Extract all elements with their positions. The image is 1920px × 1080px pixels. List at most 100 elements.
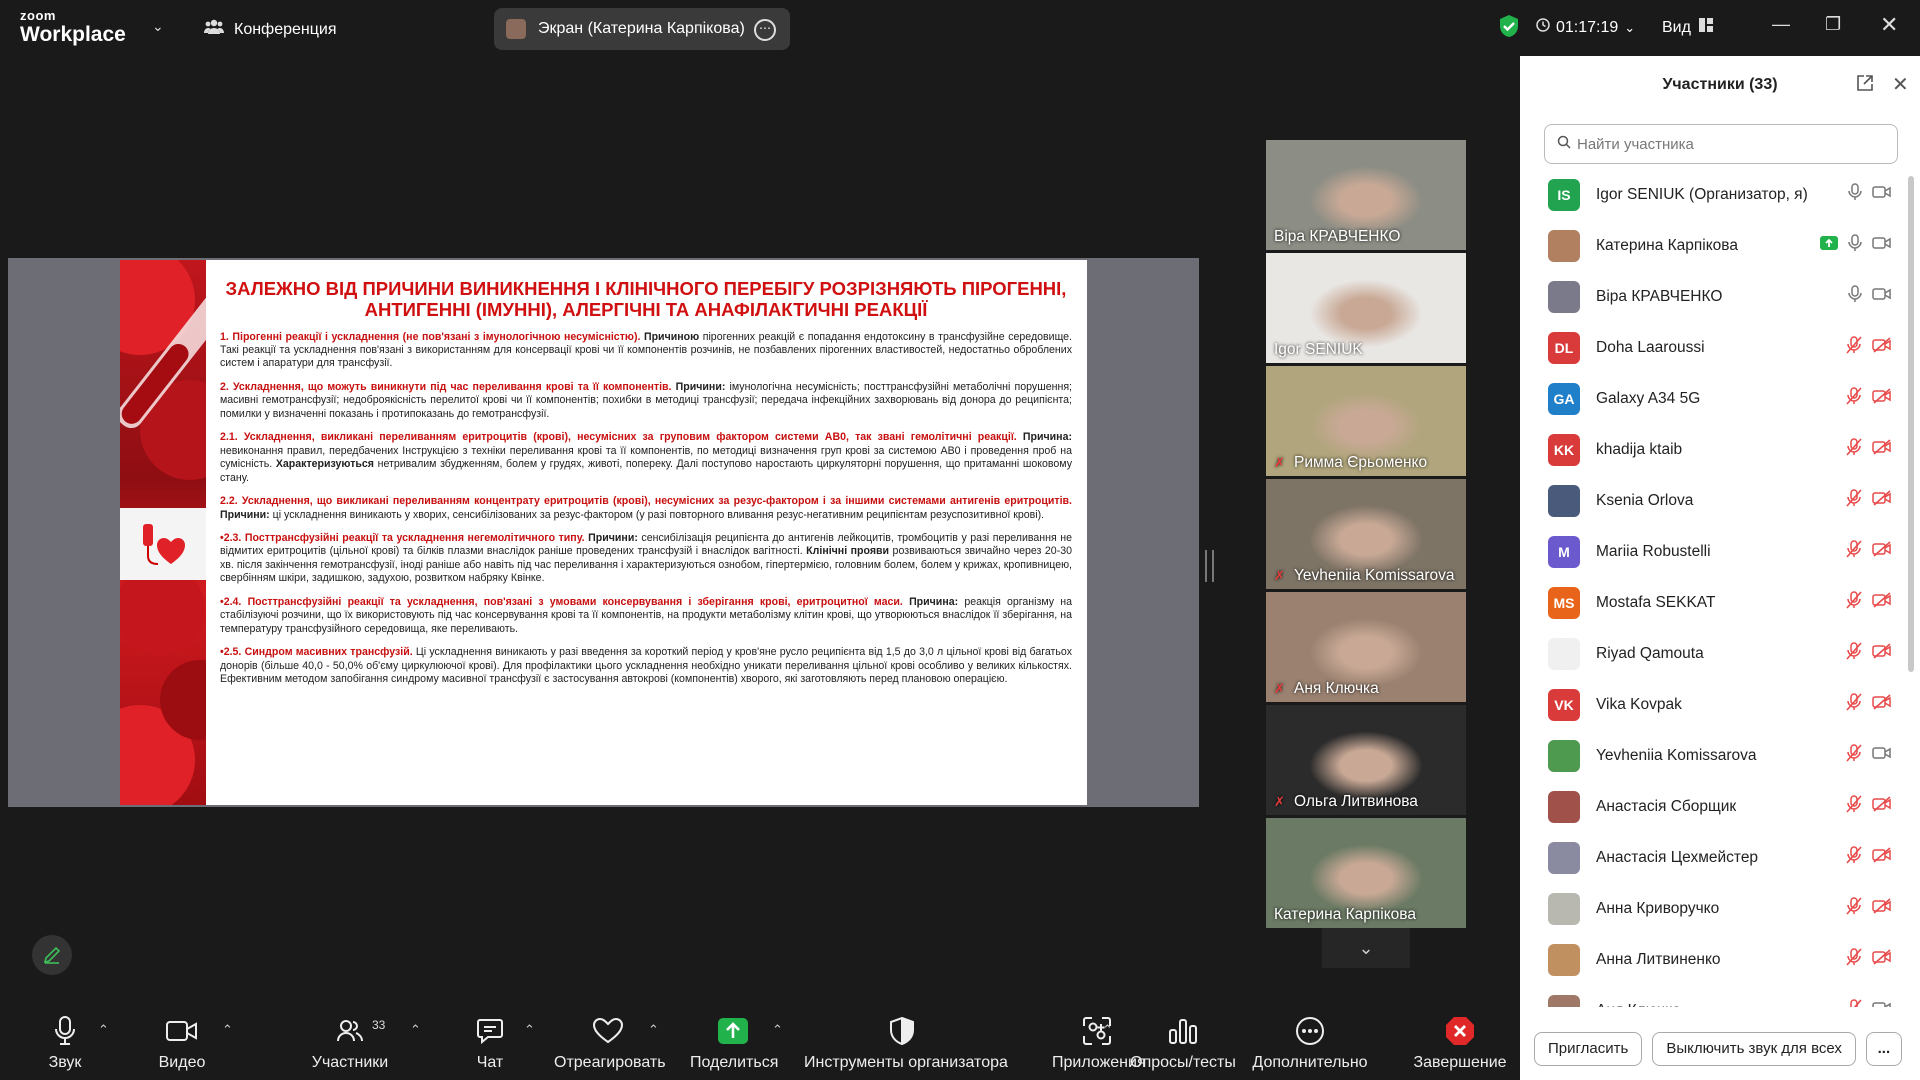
participant-avatar — [1548, 790, 1580, 823]
polls-button[interactable]: Опросы/тесты — [1130, 1016, 1236, 1072]
zoom-logo[interactable]: zoom Workplace — [20, 9, 126, 45]
p21-label: Причина: — [1016, 431, 1072, 444]
participant-status-icons — [1848, 285, 1892, 308]
p22-text: ці ускладнення виникають у хворих, сенси… — [269, 508, 1045, 521]
participant-row[interactable]: Анастасія Цехмейстер — [1520, 832, 1900, 883]
participant-avatar: DL — [1548, 331, 1580, 364]
participant-row[interactable]: Катерина Карпікова — [1520, 220, 1900, 271]
participants-options-caret[interactable]: ⌃ — [410, 1022, 421, 1038]
mic-muted-icon: ✗ — [1274, 455, 1285, 470]
participant-row[interactable]: Riyad Qamouta — [1520, 628, 1900, 679]
host-tools-button[interactable]: Инструменты организатора — [804, 1016, 1008, 1072]
video-tile[interactable]: Igor SENIUK — [1266, 253, 1466, 363]
video-tile[interactable]: ✗ Yevheniia Komissarova — [1266, 479, 1466, 589]
close-icon[interactable]: ✕ — [1892, 72, 1909, 97]
participant-row[interactable]: Yevheniia Komissarova — [1520, 730, 1900, 781]
participant-row[interactable]: IS Igor SENIUK (Организатор, я) — [1520, 169, 1900, 220]
participant-row[interactable]: KK khadija ktaib — [1520, 424, 1900, 475]
participant-row[interactable]: GA Galaxy A34 5G — [1520, 373, 1900, 424]
shield-icon — [804, 1016, 1000, 1046]
participant-row[interactable]: MS Mostafa SEKKAT — [1520, 577, 1900, 628]
encryption-shield-icon[interactable] — [1498, 14, 1520, 43]
mic-muted-icon — [1846, 489, 1862, 512]
annotate-pen-icon[interactable] — [32, 935, 72, 975]
logo-line1: zoom — [20, 8, 56, 23]
camera-off-icon — [1872, 286, 1892, 307]
tile-name: Віра КРАВЧЕНКО — [1274, 228, 1400, 246]
participant-row[interactable]: Анастасія Сборщик — [1520, 781, 1900, 832]
participant-row[interactable]: Аня Ключка — [1520, 985, 1900, 1007]
audio-options-caret[interactable]: ⌃ — [98, 1022, 109, 1038]
chevron-down-icon[interactable]: ⌄ — [152, 18, 164, 35]
tile-name-text: Катерина Карпікова — [1274, 906, 1416, 923]
p22-heading: 2.2. Ускладнення, що викликані переливан… — [220, 495, 1072, 508]
participant-row[interactable]: Віра КРАВЧЕНКО — [1520, 271, 1900, 322]
video-tile[interactable]: ✗ Ольга Литвинова — [1266, 705, 1466, 815]
participant-status-icons — [1846, 795, 1892, 818]
participant-row[interactable]: Анна Литвиненко — [1520, 934, 1900, 985]
participant-row[interactable]: Ksenia Orlova — [1520, 475, 1900, 526]
participant-avatar — [1548, 892, 1580, 925]
participant-avatar — [1548, 484, 1580, 517]
shared-screen[interactable]: ЗАЛЕЖНО ВІД ПРИЧИНИ ВИНИКНЕННЯ І КЛІНІЧН… — [8, 258, 1199, 807]
share-screen-button[interactable]: Поделиться — [690, 1016, 778, 1072]
mic-muted-icon — [1846, 540, 1862, 563]
more-options-button[interactable]: ... — [1865, 1032, 1902, 1066]
react-button[interactable]: Отреагировать — [554, 1016, 666, 1072]
video-options-caret[interactable]: ⌃ — [222, 1022, 233, 1038]
participant-row[interactable]: Анна Криворучко — [1520, 883, 1900, 934]
tile-name-text: Віра КРАВЧЕНКО — [1274, 228, 1401, 245]
tile-name: Igor SENIUK — [1274, 341, 1363, 359]
participant-row[interactable]: VK Vika Kovpak — [1520, 679, 1900, 730]
meeting-timer[interactable]: 01:17:19 ⌄ — [1536, 18, 1635, 37]
camera-off-icon — [1872, 847, 1892, 868]
grid-icon — [1698, 18, 1713, 37]
popout-icon[interactable] — [1856, 74, 1874, 97]
meeting-info-button[interactable]: Конференция — [204, 18, 337, 41]
participant-avatar: M — [1548, 535, 1580, 568]
participant-status-icons — [1846, 999, 1892, 1007]
microphone-icon — [1848, 234, 1862, 257]
minimize-icon[interactable]: — — [1772, 14, 1790, 35]
camera-off-icon — [1872, 490, 1892, 511]
end-meeting-button[interactable]: Завершение — [1410, 1016, 1510, 1072]
participant-avatar: GA — [1548, 382, 1580, 415]
apps-icon — [1052, 1016, 1142, 1046]
camera-icon — [148, 1016, 216, 1046]
mute-all-button[interactable]: Выключить звук для всех — [1652, 1032, 1856, 1066]
apps-button[interactable]: Приложения — [1052, 1016, 1146, 1072]
chevron-down-icon[interactable]: ⌄ — [1322, 928, 1410, 968]
participants-scrollbar[interactable] — [1908, 176, 1914, 672]
restore-icon[interactable]: ❐ — [1825, 14, 1841, 35]
video-tile[interactable]: ✗ Римма Єрьоменко — [1266, 366, 1466, 476]
video-tile[interactable]: Віра КРАВЧЕНКО — [1266, 140, 1466, 250]
participant-name: Vika Kovpak — [1596, 695, 1682, 713]
p24-heading: •2.4. Посттрансфузійні реакції та усклад… — [220, 595, 903, 608]
video-button[interactable]: Видео — [148, 1016, 216, 1072]
microphone-icon — [1848, 183, 1862, 206]
more-button[interactable]: Дополнительно — [1250, 1016, 1370, 1072]
video-tile-active-speaker[interactable]: Катерина Карпікова — [1266, 818, 1466, 928]
apps-options-caret[interactable]: ⌃ — [1102, 1022, 1113, 1038]
participant-search-input[interactable]: Найти участника — [1544, 124, 1898, 164]
camera-off-icon — [1872, 235, 1892, 256]
participant-row[interactable]: M Mariia Robustelli — [1520, 526, 1900, 577]
tile-name: ✗ Yevheniia Komissarova — [1274, 567, 1455, 585]
video-tile[interactable]: ✗ Аня Ключка — [1266, 592, 1466, 702]
react-options-caret[interactable]: ⌃ — [648, 1022, 659, 1038]
more-icon[interactable]: ⋯ — [754, 19, 776, 41]
chat-button[interactable]: Чат — [470, 1016, 510, 1072]
participant-avatar: VK — [1548, 688, 1580, 721]
invite-button[interactable]: Пригласить — [1534, 1032, 1643, 1066]
camera-off-icon — [1872, 184, 1892, 205]
participant-name: Mariia Robustelli — [1596, 542, 1711, 560]
split-resize-handle[interactable] — [1205, 550, 1214, 582]
chat-options-caret[interactable]: ⌃ — [524, 1022, 535, 1038]
close-icon[interactable]: ✕ — [1880, 12, 1898, 38]
screen-share-indicator[interactable]: Экран (Катерина Карпікова) ⋯ — [494, 8, 790, 50]
view-button[interactable]: Вид — [1662, 18, 1713, 37]
participant-row[interactable]: DL Doha Laaroussi — [1520, 322, 1900, 373]
audio-button[interactable]: Звук — [36, 1016, 94, 1072]
people-icon — [204, 18, 224, 41]
share-options-caret[interactable]: ⌃ — [772, 1022, 783, 1038]
